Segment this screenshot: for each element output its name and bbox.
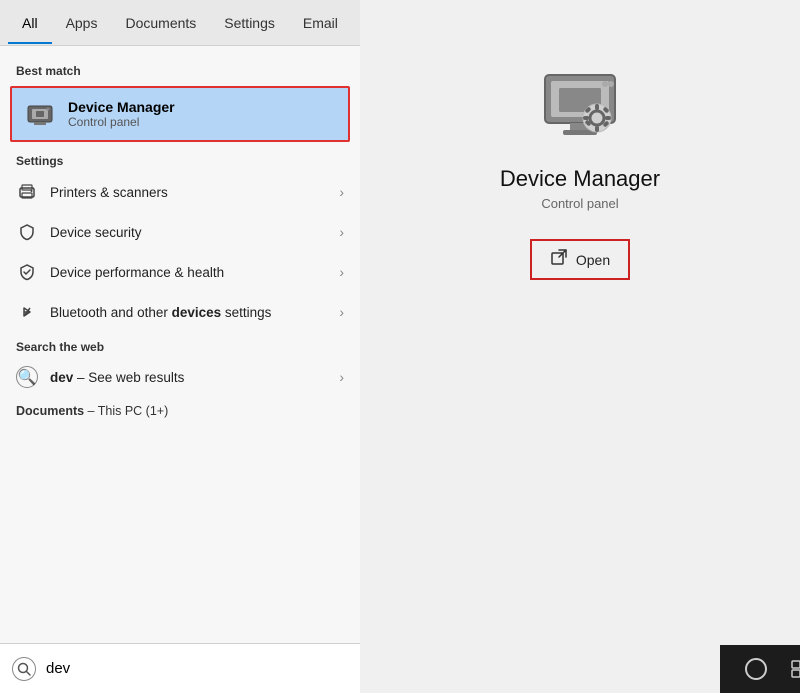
bluetooth-icon <box>16 301 38 323</box>
search-panel: All Apps Documents Settings Email Web Mo… <box>0 0 360 693</box>
settings-item-bluetooth[interactable]: Bluetooth and other devices settings › <box>0 292 360 332</box>
web-search-text: dev – See web results <box>50 370 339 385</box>
chevron-right-icon-2: › <box>339 224 344 240</box>
search-circle-icon: 🔍 <box>16 366 38 388</box>
settings-item-device-performance[interactable]: Device performance & health › <box>0 252 360 292</box>
web-search-item[interactable]: 🔍 dev – See web results › <box>0 358 360 396</box>
best-match-text: Device Manager Control panel <box>68 99 175 129</box>
detail-content: Device Manager Control panel Open <box>500 60 660 280</box>
best-match-item[interactable]: Device Manager Control panel <box>10 86 350 142</box>
bluetooth-label: Bluetooth and other devices settings <box>50 305 339 320</box>
best-match-label: Best match <box>0 56 360 82</box>
tab-all[interactable]: All <box>8 3 52 43</box>
settings-item-device-security[interactable]: Device security › <box>0 212 360 252</box>
detail-title: Device Manager <box>500 166 660 192</box>
open-button[interactable]: Open <box>530 239 630 280</box>
taskbar-taskview-icon[interactable] <box>788 655 800 683</box>
settings-item-printers[interactable]: Printers & scanners › <box>0 172 360 212</box>
search-icon <box>12 657 36 681</box>
search-bar <box>0 643 360 693</box>
taskbar <box>720 645 800 693</box>
tab-bar: All Apps Documents Settings Email Web Mo… <box>0 0 360 46</box>
results-area: Best match Device Manager Control panel … <box>0 46 360 643</box>
chevron-right-icon: › <box>339 184 344 200</box>
printer-icon <box>16 181 38 203</box>
search-input[interactable] <box>46 660 348 677</box>
tab-email[interactable]: Email <box>289 3 352 43</box>
taskbar-search-icon[interactable] <box>742 655 770 683</box>
tab-apps[interactable]: Apps <box>52 3 112 43</box>
search-web-label: Search the web <box>0 332 360 358</box>
documents-label: Documents – This PC (1+) <box>0 396 360 424</box>
shield-icon-security <box>16 221 38 243</box>
detail-subtitle: Control panel <box>541 196 618 211</box>
tab-settings[interactable]: Settings <box>210 3 289 43</box>
tab-documents[interactable]: Documents <box>111 3 210 43</box>
open-icon <box>550 248 568 271</box>
device-performance-label: Device performance & health <box>50 265 339 280</box>
detail-panel: Device Manager Control panel Open <box>360 0 800 693</box>
settings-section-label: Settings <box>0 146 360 172</box>
best-match-title: Device Manager <box>68 99 175 115</box>
best-match-subtitle: Control panel <box>68 115 175 129</box>
device-security-label: Device security <box>50 225 339 240</box>
open-label: Open <box>576 252 610 268</box>
shield-icon-performance <box>16 261 38 283</box>
chevron-right-icon-3: › <box>339 264 344 280</box>
chevron-right-icon-5: › <box>339 369 344 385</box>
printers-label: Printers & scanners <box>50 185 339 200</box>
chevron-right-icon-4: › <box>339 304 344 320</box>
device-manager-icon <box>24 98 56 130</box>
detail-device-manager-icon <box>535 60 625 150</box>
